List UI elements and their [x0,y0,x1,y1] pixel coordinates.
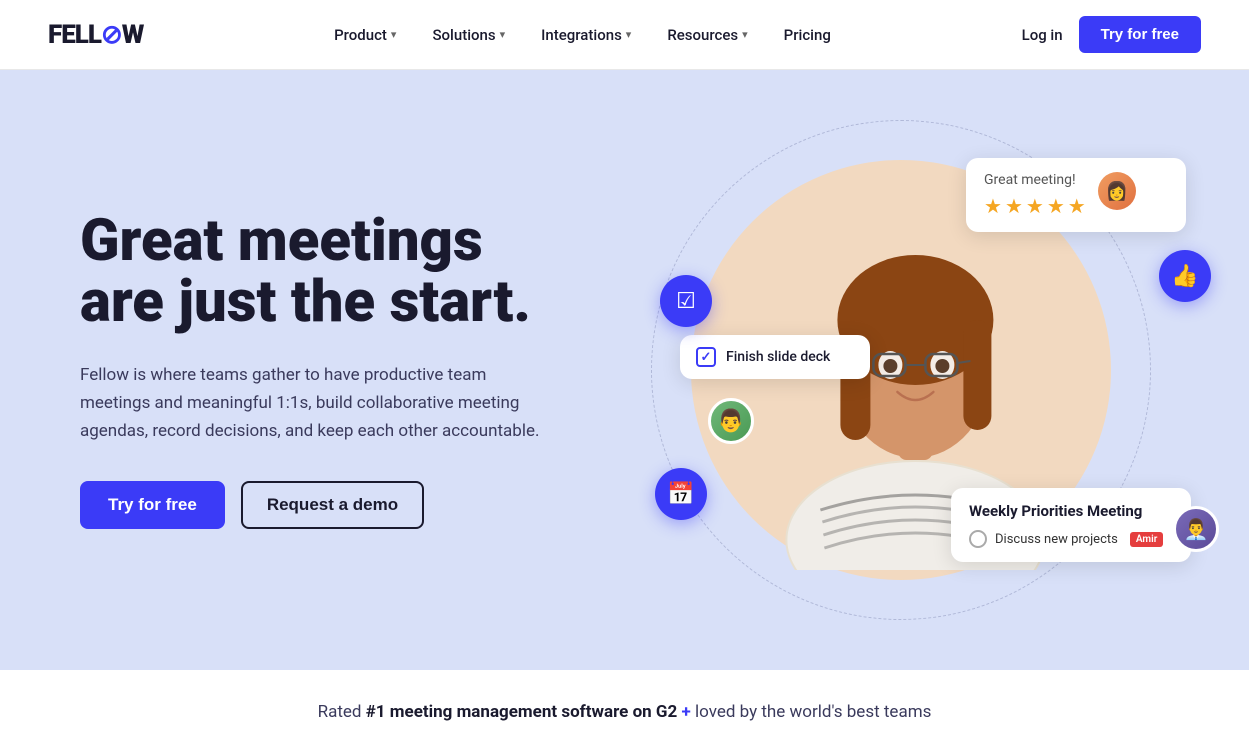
meeting-title: Weekly Priorities Meeting [969,502,1173,520]
hero-content: Great meetings are just the start. Fello… [80,211,600,529]
chevron-down-icon: ▾ [742,28,748,41]
hero-visual: Great meeting! ★ ★ ★ ★ ★ 👩 👍 [600,130,1201,610]
logo[interactable]: FELL⊘W [48,20,143,50]
nav-item-pricing[interactable]: Pricing [770,18,845,52]
rating-title: Great meeting! [984,172,1086,188]
meeting-item: Discuss new projects Amir [969,530,1173,548]
meeting-avatar: 👨‍💼 [1173,506,1219,552]
check-icon: ☑ [676,289,696,314]
calendar-icon-bubble: 📅 [655,468,707,520]
meeting-item-text: Discuss new projects [995,532,1118,547]
nav-links: Product ▾ Solutions ▾ Integrations ▾ Res… [320,18,845,52]
chevron-down-icon: ▾ [626,28,632,41]
navbar: FELL⊘W Product ▾ Solutions ▾ Integration… [0,0,1249,70]
thumbsup-icon: 👍 [1171,264,1198,289]
nav-try-free-button[interactable]: Try for free [1079,16,1201,53]
task-avatar: 👨 [708,398,754,444]
nav-item-solutions[interactable]: Solutions ▾ [418,18,519,52]
nav-actions: Log in Try for free [1022,16,1201,53]
nav-item-resources[interactable]: Resources ▾ [653,18,761,52]
meeting-checkbox [969,530,987,548]
rating-avatar: 👩 [1098,172,1136,210]
task-bubble: Finish slide deck [680,335,870,379]
thumbsup-icon-bubble: 👍 [1159,250,1211,302]
hero-buttons: Try for free Request a demo [80,481,600,529]
amir-tag: Amir [1130,532,1163,547]
hero-demo-button[interactable]: Request a demo [241,481,424,529]
calendar-icon: 📅 [667,482,694,507]
rating-bubble: Great meeting! ★ ★ ★ ★ ★ 👩 [966,158,1186,232]
login-link[interactable]: Log in [1022,26,1063,44]
hero-try-free-button[interactable]: Try for free [80,481,225,529]
chevron-down-icon: ▾ [391,28,397,41]
chevron-down-icon: ▾ [500,28,506,41]
bottom-text: Rated #1 meeting management software on … [318,702,932,722]
logo-slash: ⊘ [101,20,122,50]
checkbox-icon-bubble: ☑ [660,275,712,327]
task-checkbox [696,347,716,367]
meeting-bubble: Weekly Priorities Meeting Discuss new pr… [951,488,1191,562]
task-label: Finish slide deck [726,349,830,365]
bottom-bar: Rated #1 meeting management software on … [0,670,1249,754]
hero-title: Great meetings are just the start. [80,211,600,333]
hero-description: Fellow is where teams gather to have pro… [80,361,540,445]
nav-item-integrations[interactable]: Integrations ▾ [527,18,645,52]
nav-item-product[interactable]: Product ▾ [320,18,410,52]
star-rating: ★ ★ ★ ★ ★ [984,194,1086,218]
hero-section: Great meetings are just the start. Fello… [0,70,1249,670]
